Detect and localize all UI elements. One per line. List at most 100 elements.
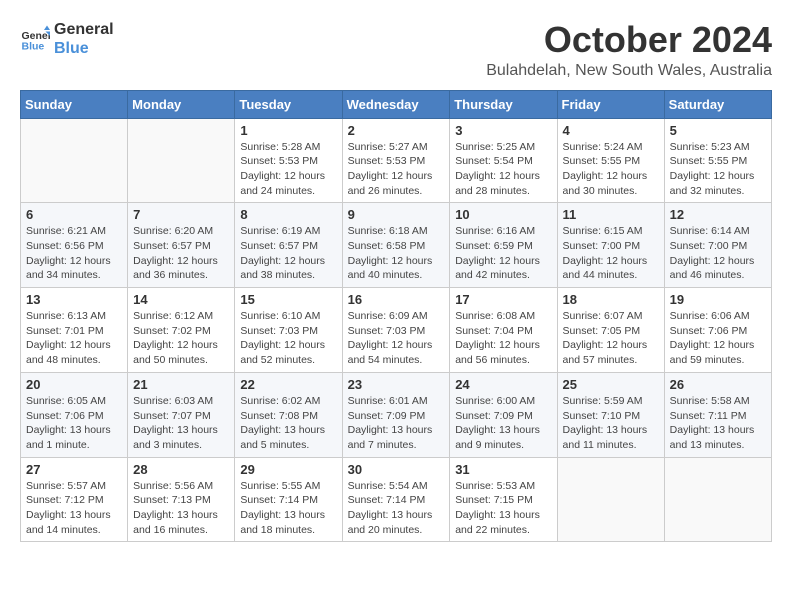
calendar-cell: 13 Sunrise: 6:13 AM Sunset: 7:01 PM Dayli…	[21, 288, 128, 373]
day-info: Sunrise: 6:05 AM Sunset: 7:06 PM Dayligh…	[26, 394, 122, 453]
day-info: Sunrise: 6:10 AM Sunset: 7:03 PM Dayligh…	[240, 309, 336, 368]
day-number: 28	[133, 462, 229, 477]
day-info: Sunrise: 5:56 AM Sunset: 7:13 PM Dayligh…	[133, 479, 229, 538]
calendar-cell: 28 Sunrise: 5:56 AM Sunset: 7:13 PM Dayli…	[128, 457, 235, 542]
day-number: 9	[348, 207, 445, 222]
day-info: Sunrise: 6:14 AM Sunset: 7:00 PM Dayligh…	[670, 224, 766, 283]
logo-text-line2: Blue	[54, 39, 114, 58]
day-number: 21	[133, 377, 229, 392]
calendar-cell: 8Sunrise: 6:19 AM Sunset: 6:57 PM Daylig…	[235, 203, 342, 288]
day-info: Sunrise: 6:01 AM Sunset: 7:09 PM Dayligh…	[348, 394, 445, 453]
weekday-header-tuesday: Tuesday	[235, 90, 342, 118]
day-info: Sunrise: 5:55 AM Sunset: 7:14 PM Dayligh…	[240, 479, 336, 538]
day-number: 17	[455, 292, 551, 307]
day-info: Sunrise: 6:06 AM Sunset: 7:06 PM Dayligh…	[670, 309, 766, 368]
title-section: October 2024 Bulahdelah, New South Wales…	[486, 20, 772, 80]
day-number: 20	[26, 377, 122, 392]
calendar-cell: 3 Sunrise: 5:25 AM Sunset: 5:54 PM Daylig…	[450, 118, 557, 203]
day-number: 14	[133, 292, 229, 307]
day-info: Sunrise: 6:21 AM Sunset: 6:56 PM Dayligh…	[26, 224, 122, 283]
calendar-table: SundayMondayTuesdayWednesdayThursdayFrid…	[20, 90, 772, 543]
weekday-header-monday: Monday	[128, 90, 235, 118]
calendar-cell: 21Sunrise: 6:03 AM Sunset: 7:07 PM Dayli…	[128, 372, 235, 457]
calendar-cell: 31 Sunrise: 5:53 AM Sunset: 7:15 PM Dayli…	[450, 457, 557, 542]
calendar-cell: 20 Sunrise: 6:05 AM Sunset: 7:06 PM Dayli…	[21, 372, 128, 457]
calendar-week-row: 20 Sunrise: 6:05 AM Sunset: 7:06 PM Dayli…	[21, 372, 772, 457]
day-info: Sunrise: 5:28 AM Sunset: 5:53 PM Dayligh…	[240, 140, 336, 199]
day-number: 25	[563, 377, 659, 392]
calendar-cell: 1Sunrise: 5:28 AM Sunset: 5:53 PM Daylig…	[235, 118, 342, 203]
day-info: Sunrise: 5:24 AM Sunset: 5:55 PM Dayligh…	[563, 140, 659, 199]
calendar-cell	[664, 457, 771, 542]
day-number: 19	[670, 292, 766, 307]
day-info: Sunrise: 6:00 AM Sunset: 7:09 PM Dayligh…	[455, 394, 551, 453]
day-number: 6	[26, 207, 122, 222]
day-info: Sunrise: 6:16 AM Sunset: 6:59 PM Dayligh…	[455, 224, 551, 283]
day-info: Sunrise: 6:08 AM Sunset: 7:04 PM Dayligh…	[455, 309, 551, 368]
calendar-cell	[557, 457, 664, 542]
day-number: 16	[348, 292, 445, 307]
day-number: 5	[670, 123, 766, 138]
calendar-week-row: 13 Sunrise: 6:13 AM Sunset: 7:01 PM Dayli…	[21, 288, 772, 373]
calendar-cell: 23Sunrise: 6:01 AM Sunset: 7:09 PM Dayli…	[342, 372, 450, 457]
day-info: Sunrise: 6:15 AM Sunset: 7:00 PM Dayligh…	[563, 224, 659, 283]
calendar-cell: 27 Sunrise: 5:57 AM Sunset: 7:12 PM Dayli…	[21, 457, 128, 542]
calendar-cell: 6 Sunrise: 6:21 AM Sunset: 6:56 PM Daylig…	[21, 203, 128, 288]
calendar-cell	[21, 118, 128, 203]
calendar-cell: 4 Sunrise: 5:24 AM Sunset: 5:55 PM Daylig…	[557, 118, 664, 203]
calendar-body: 1Sunrise: 5:28 AM Sunset: 5:53 PM Daylig…	[21, 118, 772, 542]
day-number: 26	[670, 377, 766, 392]
day-info: Sunrise: 5:54 AM Sunset: 7:14 PM Dayligh…	[348, 479, 445, 538]
page-header: General Blue General Blue October 2024 B…	[20, 20, 772, 80]
calendar-cell: 30Sunrise: 5:54 AM Sunset: 7:14 PM Dayli…	[342, 457, 450, 542]
logo-text-line1: General	[54, 20, 114, 39]
day-info: Sunrise: 5:23 AM Sunset: 5:55 PM Dayligh…	[670, 140, 766, 199]
day-number: 11	[563, 207, 659, 222]
day-number: 22	[240, 377, 336, 392]
day-number: 7	[133, 207, 229, 222]
day-info: Sunrise: 6:07 AM Sunset: 7:05 PM Dayligh…	[563, 309, 659, 368]
calendar-cell: 15Sunrise: 6:10 AM Sunset: 7:03 PM Dayli…	[235, 288, 342, 373]
day-number: 8	[240, 207, 336, 222]
day-info: Sunrise: 6:09 AM Sunset: 7:03 PM Dayligh…	[348, 309, 445, 368]
location-subtitle: Bulahdelah, New South Wales, Australia	[486, 62, 772, 80]
day-number: 27	[26, 462, 122, 477]
day-info: Sunrise: 5:27 AM Sunset: 5:53 PM Dayligh…	[348, 140, 445, 199]
calendar-cell: 7 Sunrise: 6:20 AM Sunset: 6:57 PM Daylig…	[128, 203, 235, 288]
calendar-cell: 16 Sunrise: 6:09 AM Sunset: 7:03 PM Dayli…	[342, 288, 450, 373]
day-info: Sunrise: 6:18 AM Sunset: 6:58 PM Dayligh…	[348, 224, 445, 283]
calendar-cell: 2Sunrise: 5:27 AM Sunset: 5:53 PM Daylig…	[342, 118, 450, 203]
weekday-header-row: SundayMondayTuesdayWednesdayThursdayFrid…	[21, 90, 772, 118]
calendar-cell: 14Sunrise: 6:12 AM Sunset: 7:02 PM Dayli…	[128, 288, 235, 373]
day-number: 31	[455, 462, 551, 477]
calendar-cell: 25 Sunrise: 5:59 AM Sunset: 7:10 PM Dayli…	[557, 372, 664, 457]
calendar-cell: 22 Sunrise: 6:02 AM Sunset: 7:08 PM Dayli…	[235, 372, 342, 457]
day-number: 4	[563, 123, 659, 138]
day-number: 3	[455, 123, 551, 138]
calendar-cell: 24 Sunrise: 6:00 AM Sunset: 7:09 PM Dayli…	[450, 372, 557, 457]
calendar-cell: 18 Sunrise: 6:07 AM Sunset: 7:05 PM Dayli…	[557, 288, 664, 373]
calendar-cell: 29 Sunrise: 5:55 AM Sunset: 7:14 PM Dayli…	[235, 457, 342, 542]
day-info: Sunrise: 6:20 AM Sunset: 6:57 PM Dayligh…	[133, 224, 229, 283]
day-info: Sunrise: 5:58 AM Sunset: 7:11 PM Dayligh…	[670, 394, 766, 453]
day-info: Sunrise: 5:57 AM Sunset: 7:12 PM Dayligh…	[26, 479, 122, 538]
weekday-header-saturday: Saturday	[664, 90, 771, 118]
calendar-cell: 11 Sunrise: 6:15 AM Sunset: 7:00 PM Dayli…	[557, 203, 664, 288]
logo: General Blue General Blue	[20, 20, 114, 58]
day-number: 10	[455, 207, 551, 222]
weekday-header-sunday: Sunday	[21, 90, 128, 118]
day-info: Sunrise: 6:13 AM Sunset: 7:01 PM Dayligh…	[26, 309, 122, 368]
weekday-header-thursday: Thursday	[450, 90, 557, 118]
day-info: Sunrise: 5:59 AM Sunset: 7:10 PM Dayligh…	[563, 394, 659, 453]
day-info: Sunrise: 6:02 AM Sunset: 7:08 PM Dayligh…	[240, 394, 336, 453]
day-info: Sunrise: 5:53 AM Sunset: 7:15 PM Dayligh…	[455, 479, 551, 538]
day-number: 13	[26, 292, 122, 307]
calendar-cell	[128, 118, 235, 203]
calendar-cell: 10 Sunrise: 6:16 AM Sunset: 6:59 PM Dayli…	[450, 203, 557, 288]
day-number: 18	[563, 292, 659, 307]
calendar-cell: 17 Sunrise: 6:08 AM Sunset: 7:04 PM Dayli…	[450, 288, 557, 373]
day-number: 29	[240, 462, 336, 477]
day-number: 24	[455, 377, 551, 392]
logo-icon: General Blue	[20, 24, 50, 54]
day-info: Sunrise: 5:25 AM Sunset: 5:54 PM Dayligh…	[455, 140, 551, 199]
